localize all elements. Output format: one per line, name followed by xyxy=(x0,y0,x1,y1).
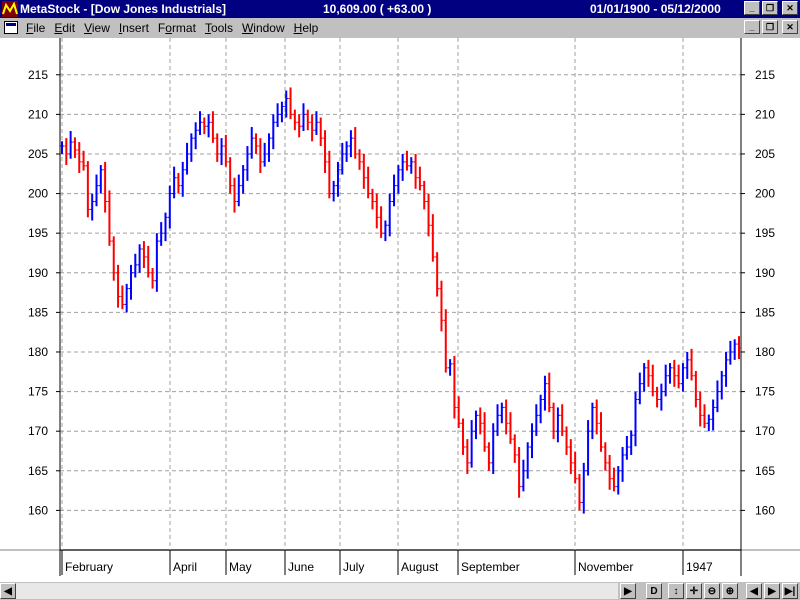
x-tick-label: September xyxy=(461,560,520,574)
y-tick-label: 170 xyxy=(28,424,48,438)
y-tick-label-right: 190 xyxy=(755,266,775,280)
menu-view[interactable]: View xyxy=(84,21,110,35)
display-button[interactable]: D xyxy=(646,583,662,599)
last-quote: 10,609.00 ( +63.00 ) xyxy=(323,2,432,16)
y-tick-label: 160 xyxy=(28,503,48,517)
zoom-in-button[interactable]: ⊕ xyxy=(722,583,738,599)
chart-area[interactable]: 160 160 165 165 170 170 175 175 180 180 185 185 190 1… xyxy=(0,38,800,600)
y-tick-label-right: 175 xyxy=(755,385,775,399)
y-tick-label-right: 160 xyxy=(755,503,775,517)
y-tick-label-right: 205 xyxy=(755,147,775,161)
chart-background xyxy=(0,38,800,582)
x-tick-label: April xyxy=(173,560,197,574)
menu-help[interactable]: Help xyxy=(294,21,319,35)
app-close-button[interactable]: ✕ xyxy=(782,1,798,15)
y-tick-label-right: 165 xyxy=(755,464,775,478)
x-tick-label: November xyxy=(578,560,633,574)
price-chart[interactable]: 160 160 165 165 170 170 175 175 180 180 185 185 190 1… xyxy=(0,38,800,582)
x-tick-label: February xyxy=(65,560,113,574)
menu-tools[interactable]: Tools xyxy=(205,21,233,35)
y-tick-label: 205 xyxy=(28,147,48,161)
arrow-left-icon: ◀ xyxy=(750,585,758,597)
y-tick-label: 165 xyxy=(28,464,48,478)
y-tick-label: 185 xyxy=(28,305,48,319)
x-tick-label: August xyxy=(401,560,439,574)
menu-insert[interactable]: Insert xyxy=(119,21,149,35)
chart-document-icon[interactable] xyxy=(4,21,18,34)
restore-icon: ❐ xyxy=(765,2,775,13)
y-tick-label-right: 170 xyxy=(755,424,775,438)
zoom-out-button[interactable]: ⊖ xyxy=(704,583,720,599)
date-range: 01/01/1900 - 05/12/2000 xyxy=(590,2,721,16)
doc-minimize-button[interactable]: _ xyxy=(744,20,760,34)
move-icon: ✛ xyxy=(689,585,699,597)
arrow-end-icon: ▶| xyxy=(784,585,796,597)
y-tick-label: 195 xyxy=(28,226,48,240)
x-tick-label: June xyxy=(288,560,314,574)
arrow-right-icon: ▶ xyxy=(768,585,776,597)
y-tick-label: 190 xyxy=(28,266,48,280)
y-tick-label-right: 210 xyxy=(755,107,775,121)
x-tick-label: July xyxy=(343,560,364,574)
menu-file[interactable]: File xyxy=(26,21,45,35)
menu-edit[interactable]: Edit xyxy=(54,21,75,35)
menu-window[interactable]: Window xyxy=(242,21,285,35)
horizontal-scrollbar[interactable]: ◀ ▶ D ↕ ✛ ⊖ ⊕ ◀ ▶ ▶| xyxy=(0,582,800,600)
minimize-icon: _ xyxy=(749,2,755,13)
scroll-right-button[interactable]: ▶ xyxy=(620,583,636,599)
close-icon: ✕ xyxy=(786,21,794,32)
scroll-end-button[interactable]: ▶| xyxy=(782,583,798,599)
y-tick-label: 200 xyxy=(28,187,48,201)
y-tick-label-right: 185 xyxy=(755,305,775,319)
restore-icon: ❐ xyxy=(765,21,775,32)
x-tick-label: 1947 xyxy=(686,560,713,574)
move-button[interactable]: ✛ xyxy=(686,583,702,599)
scroll-left-button[interactable]: ◀ xyxy=(0,583,16,599)
scroll-prev-button[interactable]: ◀ xyxy=(746,583,762,599)
minimize-icon: _ xyxy=(749,21,755,32)
vertical-resize-button[interactable]: ↕ xyxy=(668,583,684,599)
y-tick-label: 180 xyxy=(28,345,48,359)
x-tick-label: May xyxy=(229,560,252,574)
zoom-in-icon: ⊕ xyxy=(725,585,735,597)
y-tick-label: 175 xyxy=(28,385,48,399)
scroll-track[interactable] xyxy=(16,583,618,599)
y-tick-label-right: 195 xyxy=(755,226,775,240)
y-tick-label: 215 xyxy=(28,68,48,82)
doc-restore-button[interactable]: ❐ xyxy=(762,20,778,34)
vertical-arrows-icon: ↕ xyxy=(673,585,679,597)
app-minimize-button[interactable]: _ xyxy=(744,1,760,15)
arrow-left-icon: ◀ xyxy=(4,585,12,597)
app-restore-button[interactable]: ❐ xyxy=(762,1,778,15)
menu-format[interactable]: Format xyxy=(158,21,196,35)
menu-bar: File Edit View Insert Format Tools Window Help … xyxy=(0,18,800,38)
y-tick-label-right: 180 xyxy=(755,345,775,359)
y-tick-label-right: 200 xyxy=(755,187,775,201)
close-icon: ✕ xyxy=(786,2,794,13)
y-tick-label: 210 xyxy=(28,107,48,121)
doc-close-button[interactable]: ✕ xyxy=(782,20,798,34)
scroll-next-button[interactable]: ▶ xyxy=(764,583,780,599)
metastock-logo-icon xyxy=(2,1,18,17)
window-title: MetaStock - [Dow Jones Industrials] xyxy=(20,2,227,16)
y-tick-label-right: 215 xyxy=(755,68,775,82)
zoom-out-icon: ⊖ xyxy=(707,585,717,597)
arrow-right-icon: ▶ xyxy=(624,585,632,597)
title-bar: MetaStock - [Dow Jones Industrials] 10,6… xyxy=(0,0,800,18)
